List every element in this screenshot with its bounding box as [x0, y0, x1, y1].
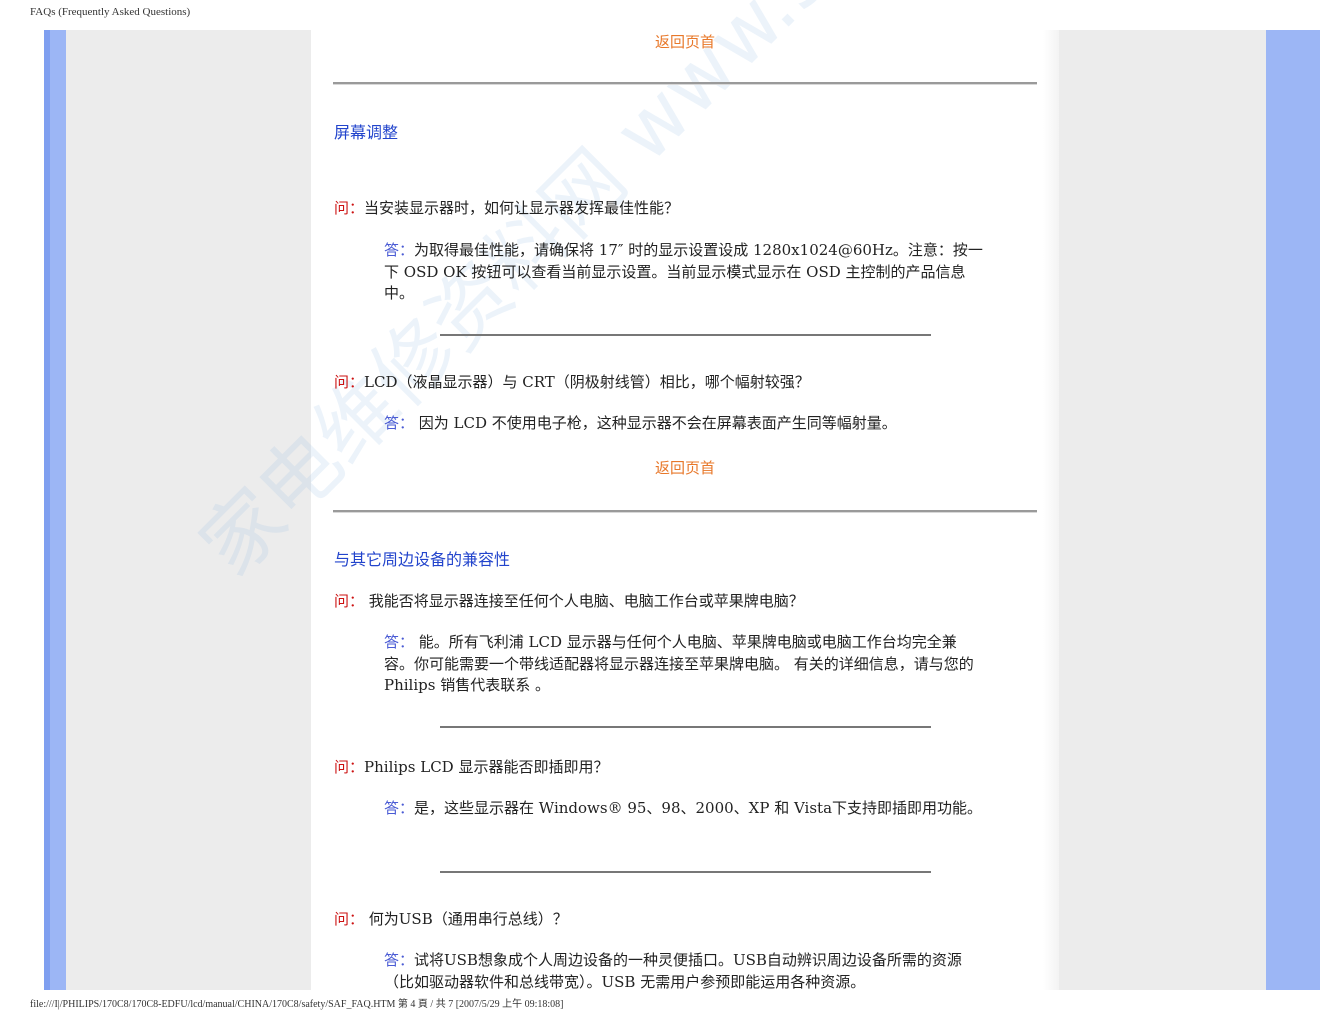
page-footer-path: file:///I|/PHILIPS/170C8/170C8-EDFU/lcd/…: [30, 999, 564, 1010]
question-2: 问：LCD（液晶显示器）与 CRT（阴极射线管）相比，哪个幅射较强？: [334, 371, 810, 392]
section-divider: [333, 510, 1037, 513]
left-blue-band-edge: [44, 30, 50, 990]
item-divider: [440, 726, 931, 728]
question-text: 我能否将显示器连接至任何个人电脑、电脑工作台或苹果牌电脑？: [364, 592, 804, 610]
item-divider: [440, 871, 931, 873]
answer-text: 能。所有飞利浦 LCD 显示器与任何个人电脑、苹果牌电脑或电脑工作台均完全兼容。…: [384, 633, 974, 694]
answer-3: 答： 能。所有飞利浦 LCD 显示器与任何个人电脑、苹果牌电脑或电脑工作台均完全…: [384, 632, 984, 697]
answer-1: 答：为取得最佳性能，请确保将 17″ 时的显示设置设成 1280x1024@60…: [384, 240, 984, 305]
answer-label: 答：: [384, 633, 415, 651]
question-3: 问： 我能否将显示器连接至任何个人电脑、电脑工作台或苹果牌电脑？: [334, 590, 804, 611]
answer-5: 答：试将USB想象成个人周边设备的一种灵便插口。USB自动辨识周边设备所需的资源…: [384, 950, 984, 993]
answer-text: 是，这些显示器在 Windows® 95、98、2000、XP 和 Vista下…: [414, 799, 983, 817]
answer-label: 答：: [384, 241, 415, 259]
question-label: 问：: [334, 592, 365, 610]
answer-label: 答：: [384, 951, 415, 969]
answer-text: 因为 LCD 不使用电子枪，这种显示器不会在屏幕表面产生同等幅射量。: [414, 414, 897, 432]
answer-label: 答：: [384, 799, 415, 817]
content-shadow: [1043, 30, 1059, 990]
question-text: 当安装显示器时，如何让显示器发挥最佳性能？: [364, 199, 680, 217]
question-label: 问：: [334, 910, 365, 928]
answer-4: 答：是，这些显示器在 Windows® 95、98、2000、XP 和 Vist…: [384, 798, 984, 820]
question-1: 问：当安装显示器时，如何让显示器发挥最佳性能？: [334, 197, 679, 218]
question-label: 问：: [334, 758, 365, 776]
question-text: 何为USB（通用串行总线）？: [364, 910, 568, 928]
question-label: 问：: [334, 373, 365, 391]
question-4: 问：Philips LCD 显示器能否即插即用？: [334, 756, 608, 777]
back-to-top-link[interactable]: 返回页首: [655, 457, 715, 478]
answer-label: 答：: [384, 414, 415, 432]
right-blue-band: [1266, 30, 1320, 990]
question-text: LCD（液晶显示器）与 CRT（阴极射线管）相比，哪个幅射较强？: [364, 373, 810, 391]
section-heading-compatibility: 与其它周边设备的兼容性: [334, 550, 511, 569]
question-label: 问：: [334, 199, 365, 217]
answer-text: 试将USB想象成个人周边设备的一种灵便插口。USB自动辨识周边设备所需的资源（比…: [384, 951, 962, 991]
item-divider: [440, 334, 931, 336]
question-text: Philips LCD 显示器能否即插即用？: [364, 758, 609, 776]
page-header-title: FAQs (Frequently Asked Questions): [30, 6, 191, 18]
right-gray-band: [1059, 30, 1266, 990]
question-5: 问： 何为USB（通用串行总线）？: [334, 908, 568, 929]
section-heading-screen-adjustment: 屏幕调整: [334, 123, 399, 142]
back-to-top-link[interactable]: 返回页首: [655, 31, 715, 52]
section-divider: [333, 82, 1037, 85]
answer-2: 答： 因为 LCD 不使用电子枪，这种显示器不会在屏幕表面产生同等幅射量。: [384, 413, 984, 435]
answer-text: 为取得最佳性能，请确保将 17″ 时的显示设置设成 1280x1024@60Hz…: [384, 241, 983, 302]
